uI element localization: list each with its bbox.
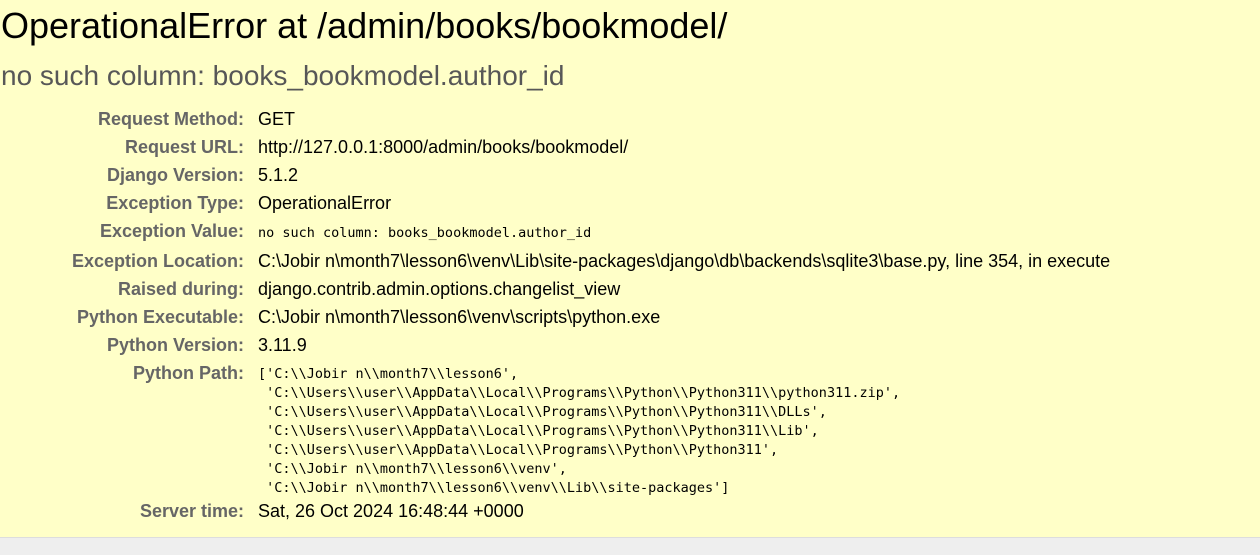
server-time-label: Server time: [139, 501, 244, 521]
request-url-value: http://127.0.0.1:8000/admin/books/bookmo… [258, 137, 629, 157]
django-version-label: Django Version: [106, 165, 244, 185]
request-method-value: GET [258, 109, 296, 129]
exception-value-label: Exception Value: [99, 221, 244, 241]
exception-type-label: Exception Type: [106, 193, 244, 213]
exception-type-value: OperationalError [258, 193, 392, 213]
meta-row-exception-value: Exception Value: no such column: books_b… [0, 217, 1110, 247]
python-path-value: ['C:\\Jobir n\\month7\\lesson6', 'C:\\Us… [258, 366, 901, 496]
exception-value-text: no such column: books_bookmodel.author_i… [258, 225, 592, 241]
python-version-value: 3.11.9 [258, 335, 307, 355]
raised-during-value: django.contrib.admin.options.changelist_… [258, 279, 621, 299]
meta-row-python-path: Python Path: ['C:\\Jobir n\\month7\\less… [0, 359, 1110, 498]
error-title: OperationalError at /admin/books/bookmod… [1, 5, 728, 46]
python-executable-value: C:\Jobir n\month7\lesson6\venv\scripts\p… [258, 307, 661, 327]
python-version-label: Python Version: [106, 335, 244, 355]
meta-row-request-url: Request URL: http://127.0.0.1:8000/admin… [0, 133, 1110, 161]
meta-row-django-version: Django Version: 5.1.2 [0, 161, 1110, 189]
meta-row-exception-location: Exception Location: C:\Jobir n\month7\le… [0, 247, 1110, 275]
exception-value-cell: no such column: books_bookmodel.author_i… [258, 217, 1110, 247]
python-path-label: Python Path: [133, 363, 244, 383]
meta-row-server-time: Server time: Sat, 26 Oct 2024 16:48:44 +… [0, 498, 1110, 524]
error-message: no such column: books_bookmodel.author_i… [1, 60, 565, 91]
traceback-section-edge [0, 537, 1260, 555]
exception-location-label: Exception Location: [71, 251, 244, 271]
exception-location-value: C:\Jobir n\month7\lesson6\venv\Lib\site-… [258, 251, 1111, 271]
django-version-value: 5.1.2 [258, 165, 299, 185]
python-path-cell: ['C:\\Jobir n\\month7\\lesson6', 'C:\\Us… [258, 359, 1110, 498]
meta-row-exception-type: Exception Type: OperationalError [0, 189, 1110, 217]
error-summary: OperationalError at /admin/books/bookmod… [0, 0, 1260, 537]
request-url-label: Request URL: [124, 137, 244, 157]
meta-row-python-executable: Python Executable: C:\Jobir n\month7\les… [0, 303, 1110, 331]
raised-during-label: Raised during: [117, 279, 244, 299]
server-time-value: Sat, 26 Oct 2024 16:48:44 +0000 [258, 501, 524, 521]
request-meta-table: Request Method: GET Request URL: http://… [0, 105, 1110, 524]
meta-row-request-method: Request Method: GET [0, 105, 1110, 133]
request-method-label: Request Method: [98, 109, 244, 129]
python-executable-label: Python Executable: [76, 307, 244, 327]
meta-row-raised-during: Raised during: django.contrib.admin.opti… [0, 275, 1110, 303]
meta-row-python-version: Python Version: 3.11.9 [0, 331, 1110, 359]
